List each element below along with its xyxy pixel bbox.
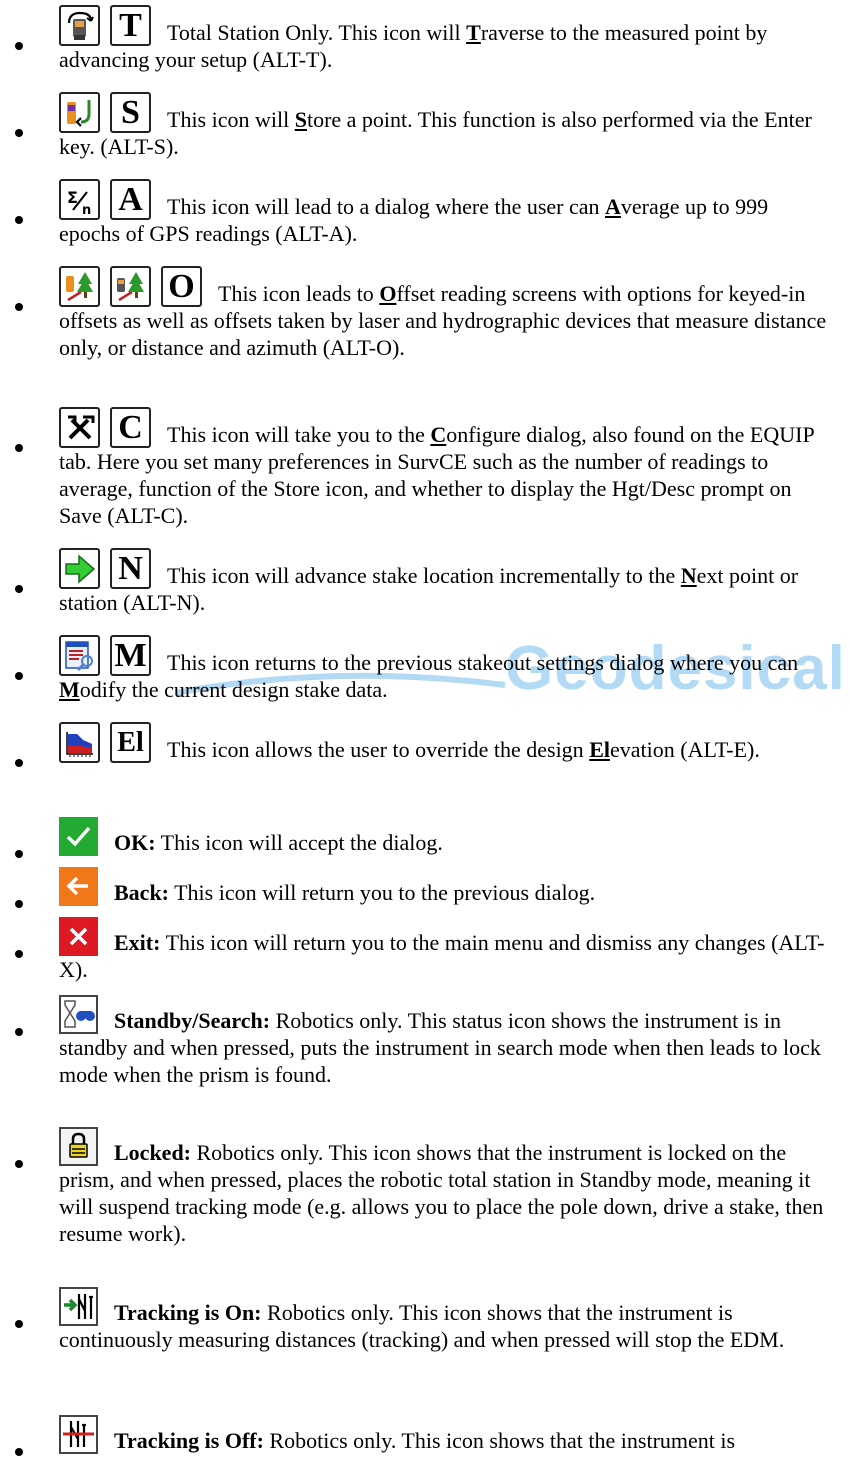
standby-search-icon[interactable] bbox=[59, 995, 98, 1034]
bullet bbox=[15, 1448, 23, 1456]
item-description: This icon will advance stake location in… bbox=[59, 563, 799, 615]
bullet bbox=[15, 759, 23, 767]
bullet bbox=[15, 216, 23, 224]
item-description: This icon allows the user to override th… bbox=[167, 737, 760, 762]
bullet bbox=[15, 1028, 23, 1036]
traverse-station-icon[interactable] bbox=[59, 5, 100, 46]
item-description: Tracking is On: Robotics only. This icon… bbox=[59, 1300, 785, 1352]
offset-gps-icon[interactable] bbox=[59, 266, 100, 307]
exit-x-icon[interactable] bbox=[59, 917, 98, 956]
item-description: Back: This icon will return you to the p… bbox=[114, 880, 596, 905]
bullet bbox=[15, 444, 23, 452]
offset-total-station-icon[interactable] bbox=[110, 266, 151, 307]
item-description: Total Station Only. This icon will Trave… bbox=[59, 20, 768, 72]
locked-padlock-icon[interactable] bbox=[59, 1127, 98, 1166]
item-description: This icon returns to the previous stakeo… bbox=[59, 650, 799, 702]
tracking-off-icon[interactable] bbox=[59, 1415, 98, 1454]
store-point-icon[interactable] bbox=[59, 92, 100, 133]
shortcut-key-M-icon[interactable]: M bbox=[110, 635, 151, 676]
average-sigma-icon[interactable]: Σ n bbox=[59, 179, 100, 220]
shortcut-key-El-icon[interactable]: El bbox=[110, 722, 151, 763]
bullet bbox=[15, 585, 23, 593]
item-description: This icon will Store a point. This funct… bbox=[59, 107, 812, 159]
modify-stake-icon[interactable] bbox=[59, 635, 100, 676]
bullet bbox=[15, 672, 23, 680]
item-description: Locked: Robotics only. This icon shows t… bbox=[59, 1140, 824, 1246]
configure-tools-icon[interactable] bbox=[59, 407, 100, 448]
ok-check-icon[interactable] bbox=[59, 817, 98, 856]
shortcut-key-N-icon[interactable]: N bbox=[110, 548, 151, 589]
item-description: Standby/Search: Robotics only. This stat… bbox=[59, 1008, 821, 1087]
bullet bbox=[15, 1160, 23, 1168]
item-description: Tracking is Off: Robotics only. This ico… bbox=[114, 1428, 736, 1453]
item-description: Exit: This icon will return you to the m… bbox=[59, 930, 825, 982]
item-description: OK: This icon will accept the dialog. bbox=[114, 830, 443, 855]
svg-text:n: n bbox=[82, 203, 91, 217]
shortcut-key-T-icon[interactable]: T bbox=[110, 5, 151, 46]
bullet bbox=[15, 42, 23, 50]
bullet bbox=[15, 900, 23, 908]
shortcut-key-O-icon[interactable]: O bbox=[161, 266, 202, 307]
shortcut-key-C-icon[interactable]: C bbox=[110, 407, 151, 448]
bullet bbox=[15, 850, 23, 858]
shortcut-key-A-icon[interactable]: A bbox=[110, 179, 151, 220]
bullet bbox=[15, 303, 23, 311]
bullet bbox=[15, 129, 23, 137]
next-arrow-icon[interactable] bbox=[59, 548, 100, 589]
tracking-on-icon[interactable] bbox=[59, 1287, 98, 1326]
shortcut-key-S-icon[interactable]: S bbox=[110, 92, 151, 133]
bullet bbox=[15, 1320, 23, 1328]
bullet bbox=[15, 950, 23, 958]
item-description: This icon will take you to the Configure… bbox=[59, 422, 814, 528]
item-description: This icon will lead to a dialog where th… bbox=[59, 194, 769, 246]
elevation-profile-icon[interactable] bbox=[59, 722, 100, 763]
back-arrow-icon[interactable] bbox=[59, 867, 98, 906]
